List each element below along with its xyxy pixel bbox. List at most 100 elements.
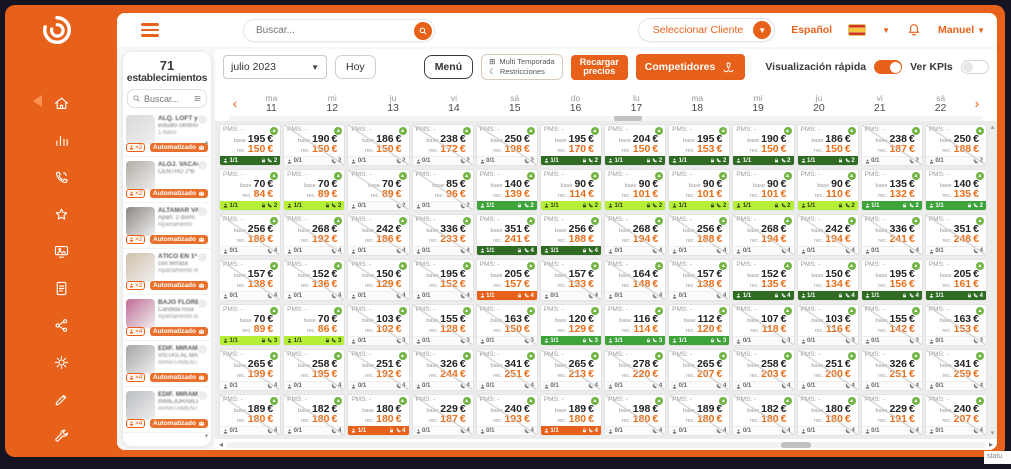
price-cell[interactable]: PMS: -▴base182€rec.180€0/14 xyxy=(283,394,345,436)
price-cell[interactable]: PMS: -▴base70€rec.86€1/13 xyxy=(283,304,345,346)
day-header[interactable]: ma11 xyxy=(241,93,302,114)
price-cell[interactable]: PMS: -▴base107€rec.118€0/13 xyxy=(732,304,794,346)
price-cell[interactable]: PMS: -▴base265€rec.207€0/14 xyxy=(668,349,730,391)
price-cell[interactable]: PMS: -▴base229€rec.187€0/14 xyxy=(412,394,474,436)
sidebar-item-tools[interactable] xyxy=(45,418,77,455)
sidebar-item-editor[interactable] xyxy=(45,381,77,418)
user-menu[interactable]: Manuel ▼ xyxy=(938,24,985,36)
price-cell[interactable]: PMS: -▴base256€rec.186€0/14 xyxy=(219,214,281,256)
price-cell[interactable]: PMS: -▴base195€rec.152€0/14 xyxy=(412,259,474,301)
price-cell[interactable]: PMS: -▴base150€rec.129€0/14 xyxy=(347,259,409,301)
grid-horizontal-scrollbar[interactable]: ◂ ▸ xyxy=(215,439,997,450)
price-cell[interactable]: PMS: -▴base189€rec.180€0/14 xyxy=(668,394,730,436)
price-cell[interactable]: PMS: -▴base182€rec.180€0/14 xyxy=(732,394,794,436)
price-cell[interactable]: PMS: -▴base265€rec.213€0/14 xyxy=(540,349,602,391)
price-cell[interactable]: PMS: -▴base189€rec.180€0/14 xyxy=(219,394,281,436)
day-header[interactable]: vi14 xyxy=(423,93,484,114)
price-cell[interactable]: PMS: -▴base103€rec.102€0/13 xyxy=(347,304,409,346)
day-header[interactable]: lu17 xyxy=(606,93,667,114)
price-cell[interactable]: PMS: -▴base195€rec.150€1/12 xyxy=(219,124,281,166)
price-cell[interactable]: PMS: -▴base242€rec.186€0/14 xyxy=(347,214,409,256)
today-button[interactable]: Hoy xyxy=(335,55,376,79)
multi-temporada-box[interactable]: ⊞Multi Temporada ☾Restricciones xyxy=(481,54,563,80)
price-cell[interactable]: PMS: -▴base116€rec.114€1/13 xyxy=(604,304,666,346)
price-cell[interactable]: PMS: -▴base90€rec.101€1/12 xyxy=(604,169,666,211)
price-cell[interactable]: PMS: -▴base180€rec.180€0/14 xyxy=(797,394,859,436)
price-cell[interactable]: PMS: -▴base250€rec.188€0/12 xyxy=(925,124,987,166)
day-header[interactable]: ma18 xyxy=(667,93,728,114)
sidebar-item-calls[interactable] xyxy=(45,159,77,196)
global-search[interactable] xyxy=(243,19,435,42)
price-cell[interactable]: PMS: -▴base157€rec.138€0/14 xyxy=(219,259,281,301)
price-cell[interactable]: PMS: -▴base250€rec.198€0/12 xyxy=(476,124,538,166)
price-cell[interactable]: PMS: -▴base135€rec.132€1/12 xyxy=(861,169,923,211)
establishment-list-item[interactable]: ALOJ. VACACIONAL APTOCENTRO 2ºB×2Automat… xyxy=(123,157,211,203)
day-header[interactable]: ju20 xyxy=(788,93,849,114)
price-cell[interactable]: PMS: -▴base186€rec.150€0/12 xyxy=(347,124,409,166)
day-header[interactable]: do16 xyxy=(545,93,606,114)
day-header[interactable]: ju13 xyxy=(363,93,424,114)
price-cell[interactable]: PMS: -▴base238€rec.187€0/12 xyxy=(861,124,923,166)
price-cell[interactable]: PMS: -▴base251€rec.192€0/14 xyxy=(347,349,409,391)
menu-button[interactable]: Menú xyxy=(424,55,473,79)
price-cell[interactable]: PMS: -▴base163€rec.150€0/13 xyxy=(476,304,538,346)
price-cell[interactable]: PMS: -▴base268€rec.192€0/14 xyxy=(283,214,345,256)
price-cell[interactable]: PMS: -▴base190€rec.150€0/12 xyxy=(283,124,345,166)
avirato-logo-icon[interactable] xyxy=(41,14,73,46)
price-cell[interactable]: PMS: -▴base326€rec.244€0/14 xyxy=(412,349,474,391)
day-header[interactable]: sá22 xyxy=(910,93,971,114)
search-icon[interactable] xyxy=(414,22,432,40)
price-cell[interactable]: PMS: -▴base140€rec.139€1/12 xyxy=(476,169,538,211)
price-cell[interactable]: PMS: -▴base120€rec.129€1/13 xyxy=(540,304,602,346)
spain-flag-icon[interactable] xyxy=(848,24,866,36)
day-header[interactable]: mi12 xyxy=(302,93,363,114)
price-cell[interactable]: PMS: -▴base258€rec.195€0/14 xyxy=(283,349,345,391)
price-cell[interactable]: PMS: -▴base351€rec.241€1/14 xyxy=(476,214,538,256)
price-cell[interactable]: PMS: -▴base164€rec.148€0/14 xyxy=(604,259,666,301)
establishment-list-item[interactable]: EDIF. MIRAMAR ALTOINMEJORABLES VISTASAPA… xyxy=(123,387,211,433)
price-cell[interactable]: PMS: -▴base155€rec.128€0/13 xyxy=(412,304,474,346)
price-cell[interactable]: PMS: -▴base341€rec.251€0/14 xyxy=(476,349,538,391)
grid-vertical-scrollbar[interactable]: ▴▾ xyxy=(989,123,996,437)
sidebar-item-stats[interactable] xyxy=(45,122,77,159)
notifications-bell-icon[interactable] xyxy=(906,22,922,38)
price-cell[interactable]: PMS: -▴base256€rec.188€0/14 xyxy=(668,214,730,256)
client-selector[interactable]: Seleccionar Cliente ▼ xyxy=(638,18,775,42)
day-header[interactable]: vi21 xyxy=(849,93,910,114)
price-cell[interactable]: PMS: -▴base180€rec.180€1/14 xyxy=(347,394,409,436)
establishment-list-item[interactable]: ALTAMAR VACACIONAL 1-3Apart. 2 dorm. t.A… xyxy=(123,203,211,249)
price-cell[interactable]: PMS: -▴base90€rec.101€1/12 xyxy=(732,169,794,211)
establishment-list-item[interactable]: ÁTICO EN 1ª LÍNEA PLAYAcon terrazaAparta… xyxy=(123,249,211,295)
price-cell[interactable]: PMS: -▴base336€rec.241€0/14 xyxy=(861,214,923,256)
establishments-scrollbar[interactable]: ▴▾ xyxy=(203,138,210,440)
price-cell[interactable]: PMS: -▴base242€rec.194€0/14 xyxy=(797,214,859,256)
price-cell[interactable]: PMS: -▴base195€rec.156€1/14 xyxy=(861,259,923,301)
price-cell[interactable]: PMS: -▴base205€rec.161€1/14 xyxy=(925,259,987,301)
price-cell[interactable]: PMS: -▴base140€rec.135€1/12 xyxy=(925,169,987,211)
next-days-chevron-icon[interactable]: › xyxy=(971,96,983,110)
price-cell[interactable]: PMS: -▴base336€rec.233€0/14 xyxy=(412,214,474,256)
recargar-precios-button[interactable]: Recargarprecios xyxy=(571,55,628,80)
ver-kpis-toggle[interactable] xyxy=(961,60,989,74)
sidebar-item-home[interactable] xyxy=(45,85,77,122)
scroll-right-icon[interactable]: ▸ xyxy=(989,440,993,449)
price-cell[interactable]: PMS: -▴base268€rec.194€0/14 xyxy=(732,214,794,256)
price-cell[interactable]: PMS: -▴base157€rec.133€0/14 xyxy=(540,259,602,301)
price-cell[interactable]: PMS: -▴base240€rec.193€0/14 xyxy=(476,394,538,436)
sidebar-item-share[interactable] xyxy=(45,307,77,344)
price-cell[interactable]: PMS: -▴base186€rec.150€1/12 xyxy=(797,124,859,166)
price-cell[interactable]: PMS: -▴base195€rec.153€1/12 xyxy=(668,124,730,166)
price-cell[interactable]: PMS: -▴base351€rec.248€0/14 xyxy=(925,214,987,256)
global-search-input[interactable] xyxy=(256,25,386,36)
price-cell[interactable]: PMS: -▴base189€rec.180€1/14 xyxy=(540,394,602,436)
price-cell[interactable]: PMS: -▴base326€rec.251€0/14 xyxy=(861,349,923,391)
price-cell[interactable]: PMS: -▴base195€rec.170€1/12 xyxy=(540,124,602,166)
sidebar-item-settings[interactable] xyxy=(45,344,77,381)
hscroll-thumb[interactable] xyxy=(781,442,811,448)
price-cell[interactable]: PMS: -▴base152€rec.136€0/14 xyxy=(283,259,345,301)
price-cell[interactable]: PMS: -▴base265€rec.199€0/14 xyxy=(219,349,281,391)
price-cell[interactable]: PMS: -▴base163€rec.153€0/13 xyxy=(925,304,987,346)
price-cell[interactable]: PMS: -▴base341€rec.259€0/14 xyxy=(925,349,987,391)
price-cell[interactable]: PMS: -▴base190€rec.150€1/12 xyxy=(732,124,794,166)
menu-hamburger-icon[interactable] xyxy=(141,20,159,40)
